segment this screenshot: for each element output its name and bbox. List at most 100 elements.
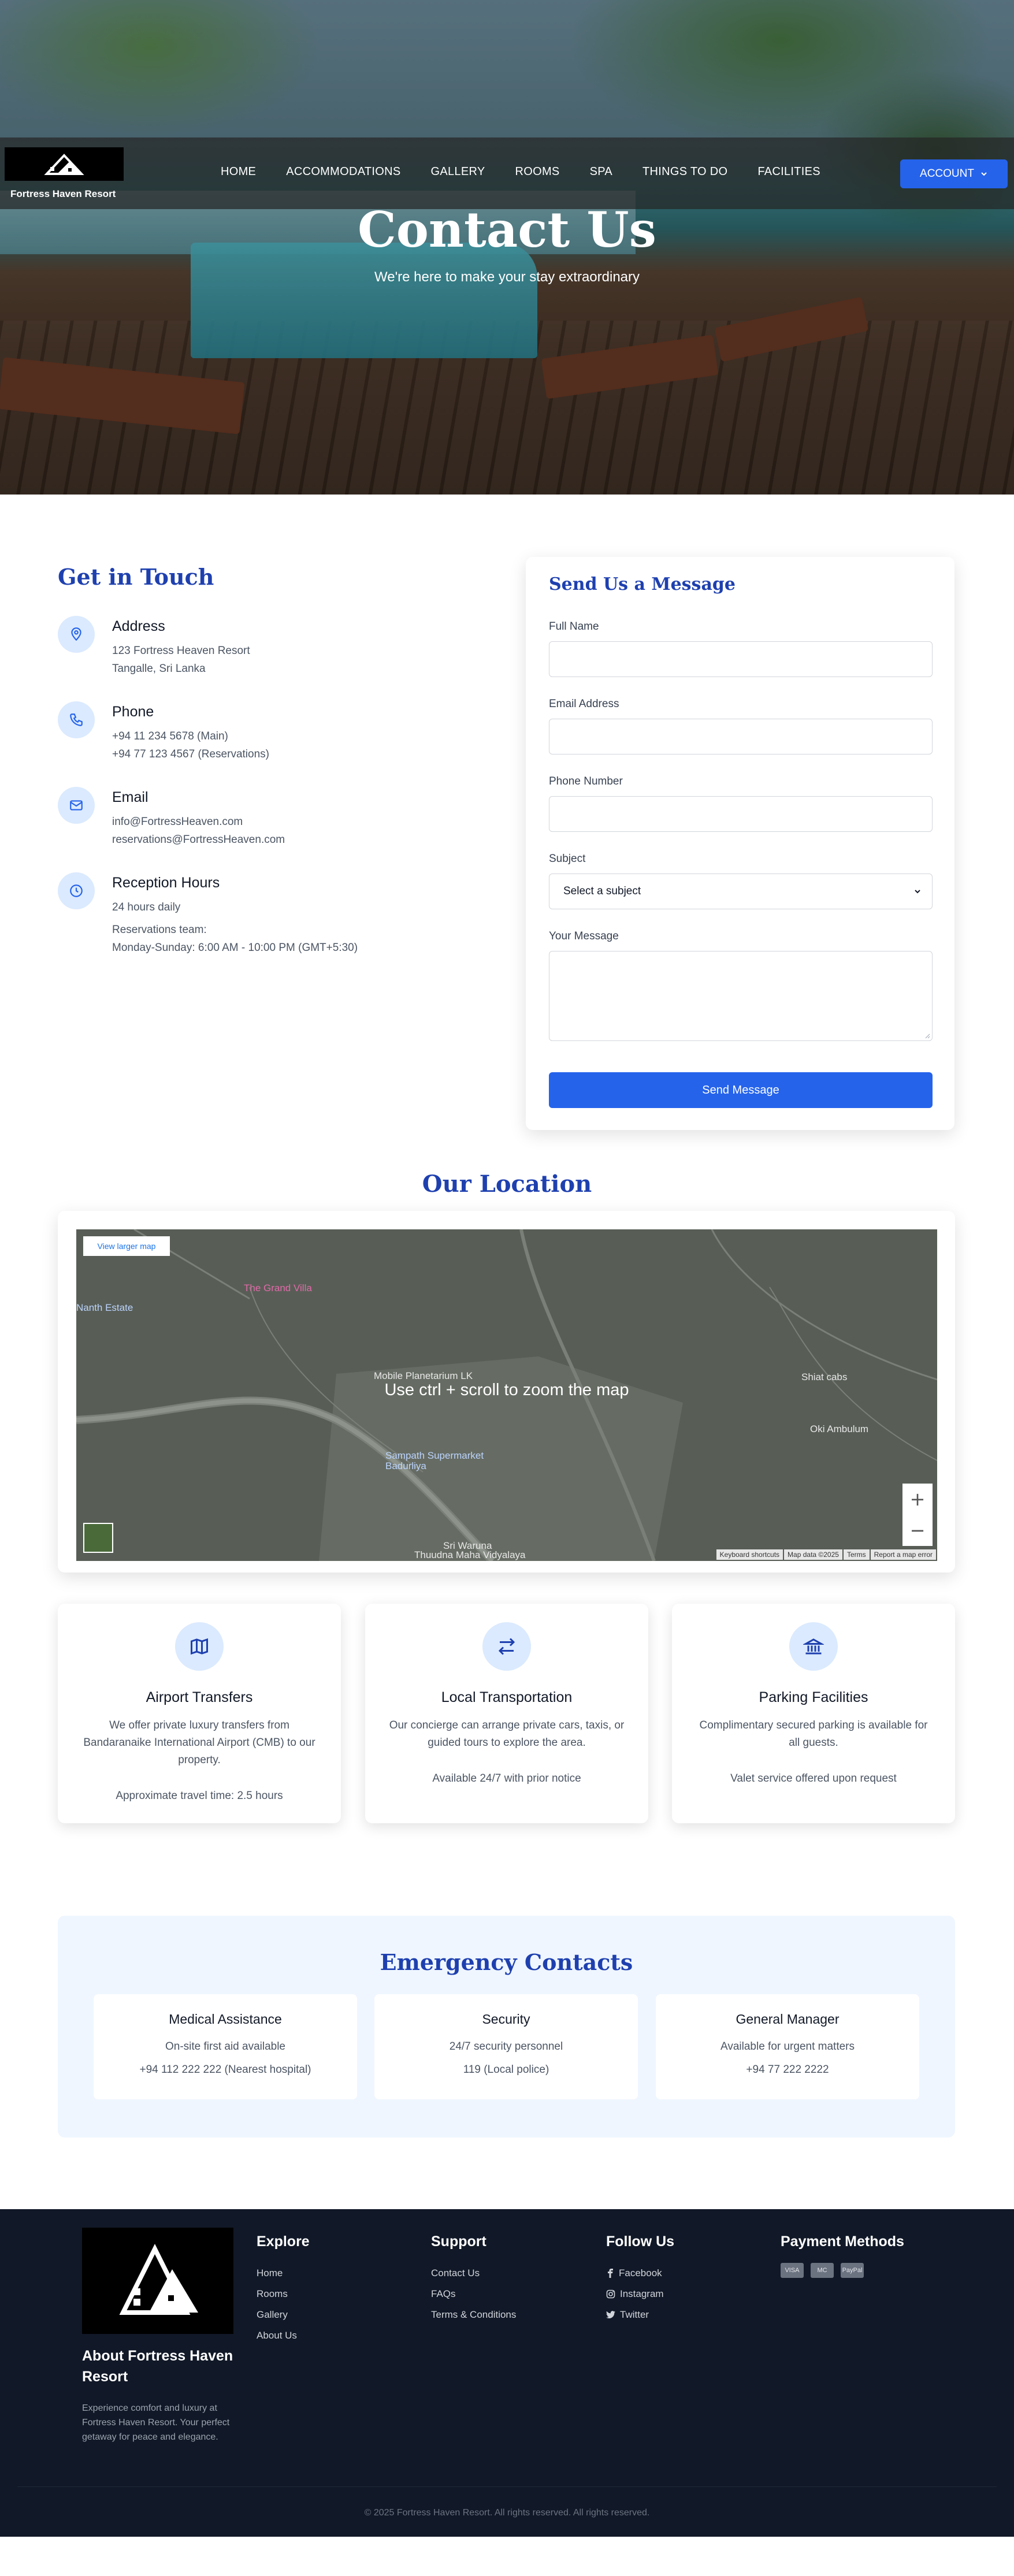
nav-rooms[interactable]: ROOMS	[515, 165, 560, 179]
footer-link-terms[interactable]: Terms & Conditions	[431, 2304, 516, 2325]
footer-payment-title: Payment Methods	[781, 2233, 904, 2250]
footer-about-text: Experience comfort and luxury at Fortres…	[82, 2403, 230, 2442]
emergency-title: Emergency Contacts	[380, 1949, 633, 1975]
emergency-phone[interactable]: +94 112 222 222 (Nearest hospital)	[94, 2064, 357, 2076]
send-message-button[interactable]: Send Message	[549, 1072, 933, 1108]
satellite-toggle[interactable]	[83, 1523, 113, 1553]
nav-accommodations[interactable]: ACCOMMODATIONS	[286, 165, 400, 179]
nav-facilities[interactable]: FACILITIES	[757, 165, 820, 179]
footer-copyright: © 2025 Fortress Haven Resort. All rights…	[364, 2508, 650, 2518]
hero-section: Fortress Haven Resort HOME ACCOMMODATION…	[0, 0, 1014, 495]
footer-link-rooms[interactable]: Rooms	[257, 2284, 310, 2304]
footer-divider	[17, 2486, 997, 2487]
email-label: Email	[112, 789, 148, 805]
twitter-icon	[606, 2311, 615, 2319]
map-pin-icon	[58, 616, 95, 653]
contact-form: Send Us a Message Full Name Email Addres…	[526, 557, 954, 1130]
map-place-label: Oki Ambulum	[810, 1423, 869, 1434]
nav-home[interactable]: HOME	[221, 165, 256, 179]
get-in-touch-title: Get in Touch	[58, 564, 214, 590]
brand-logo[interactable]	[5, 147, 124, 181]
zoom-out-icon[interactable]: −	[910, 1519, 926, 1541]
address-line: Tangalle, Sri Lanka	[112, 663, 206, 675]
chevron-down-icon	[981, 172, 987, 176]
embedded-map[interactable]: The Grand Villa Mobile Planetarium LK Sa…	[76, 1229, 937, 1561]
phone-line[interactable]: +94 77 123 4567 (Reservations)	[112, 745, 269, 763]
email-line[interactable]: info@FortressHeaven.com	[112, 813, 285, 831]
hours-line: Reservations team:	[112, 924, 207, 936]
paypal-icon: PayPal	[841, 2263, 864, 2278]
map-place-label: Nanth Estate	[76, 1302, 133, 1313]
address-label: Address	[112, 618, 165, 634]
footer-explore-title: Explore	[257, 2233, 310, 2250]
emergency-card-manager: General Manager Available for urgent mat…	[656, 1994, 919, 2099]
email-field[interactable]	[549, 719, 933, 754]
phone-line[interactable]: +94 11 234 5678 (Main)	[112, 727, 269, 745]
subject-label: Subject	[549, 853, 586, 865]
message-textarea[interactable]	[549, 951, 933, 1041]
visa-icon: VISA	[781, 2263, 804, 2278]
map-place-label: The Grand Villa	[244, 1283, 312, 1293]
emergency-box: Emergency Contacts Medical Assistance On…	[58, 1916, 955, 2138]
facebook-icon	[608, 2269, 613, 2278]
location-section: Our Location The Grand Villa Mobile Plan…	[0, 1142, 1014, 1581]
navbar: Fortress Haven Resort HOME ACCOMMODATION…	[0, 137, 1014, 209]
map-keyboard-shortcuts[interactable]: Keyboard shortcuts	[716, 1549, 783, 1560]
map-zoom-hint: Use ctrl + scroll to zoom the map	[384, 1381, 629, 1399]
emergency-name: Medical Assistance	[169, 2012, 282, 2027]
footer-link-home[interactable]: Home	[257, 2263, 310, 2284]
facebook-label: Facebook	[619, 2268, 662, 2278]
footer-link-facebook[interactable]: Facebook	[606, 2263, 674, 2284]
map-zoom-control: + −	[902, 1484, 933, 1546]
service-title: Airport Transfers	[146, 1689, 253, 1705]
brand-name: Fortress Haven Resort	[10, 188, 116, 199]
hours-label: Reception Hours	[112, 875, 220, 891]
map-report-error[interactable]: Report a map error	[870, 1549, 936, 1560]
nav-gallery[interactable]: GALLERY	[430, 165, 485, 179]
exchange-icon	[482, 1622, 531, 1671]
full-name-input[interactable]	[549, 641, 933, 677]
email-line[interactable]: reservations@FortressHeaven.com	[112, 831, 285, 849]
phone-block: Phone +94 11 234 5678 (Main) +94 77 123 …	[58, 701, 269, 763]
account-button[interactable]: ACCOUNT	[900, 159, 1008, 188]
service-note: Valet service offered upon request	[730, 1772, 897, 1785]
map-card: The Grand Villa Mobile Planetarium LK Sa…	[58, 1211, 955, 1573]
emergency-phone[interactable]: 119 (Local police)	[374, 2064, 638, 2076]
map-terms[interactable]: Terms	[843, 1549, 870, 1560]
nav-links: HOME ACCOMMODATIONS GALLERY ROOMS SPA TH…	[221, 165, 820, 179]
nav-spa[interactable]: SPA	[590, 165, 612, 179]
emergency-line: On-site first aid available	[165, 2040, 286, 2053]
email-field-label: Email Address	[549, 698, 619, 710]
service-note: Approximate travel time: 2.5 hours	[116, 1790, 283, 1802]
footer-about-title: About Fortress Haven Resort	[82, 2348, 233, 2385]
resize-handle-icon[interactable]	[924, 1033, 930, 1039]
footer-follow: Follow Us Facebook Instagram Twitter	[606, 2233, 674, 2325]
nav-things-to-do[interactable]: THINGS TO DO	[642, 165, 727, 179]
footer-link-about[interactable]: About Us	[257, 2325, 310, 2346]
instagram-icon	[606, 2289, 615, 2299]
footer-link-instagram[interactable]: Instagram	[606, 2284, 674, 2304]
view-larger-map-link[interactable]: View larger map	[83, 1236, 170, 1256]
resort-logo-icon	[119, 2244, 198, 2315]
service-title: Parking Facilities	[759, 1689, 868, 1705]
footer-logo[interactable]	[82, 2228, 233, 2334]
footer-link-twitter[interactable]: Twitter	[606, 2304, 674, 2325]
instagram-label: Instagram	[620, 2288, 664, 2299]
address-line: 123 Fortress Heaven Resort	[112, 645, 250, 657]
emergency-phone[interactable]: +94 77 222 2222	[656, 2064, 919, 2076]
footer-link-contact[interactable]: Contact Us	[431, 2263, 516, 2284]
site-footer: About Fortress Haven Resort Experience c…	[0, 2209, 1014, 2537]
map-icon	[175, 1622, 224, 1671]
phone-field[interactable]	[549, 796, 933, 832]
footer-link-faqs[interactable]: FAQs	[431, 2284, 516, 2304]
footer-link-gallery[interactable]: Gallery	[257, 2304, 310, 2325]
map-data: Map data ©2025	[784, 1549, 842, 1560]
zoom-in-icon[interactable]: +	[910, 1488, 926, 1510]
subject-value: Select a subject	[563, 885, 641, 897]
service-card-parking: Parking Facilities Complimentary secured…	[672, 1604, 955, 1823]
footer-follow-title: Follow Us	[606, 2233, 675, 2250]
page-subtitle: We're here to make your stay extraordina…	[374, 269, 640, 285]
clock-icon	[58, 872, 95, 909]
subject-select[interactable]: Select a subject	[549, 873, 933, 909]
mail-icon	[58, 787, 95, 824]
